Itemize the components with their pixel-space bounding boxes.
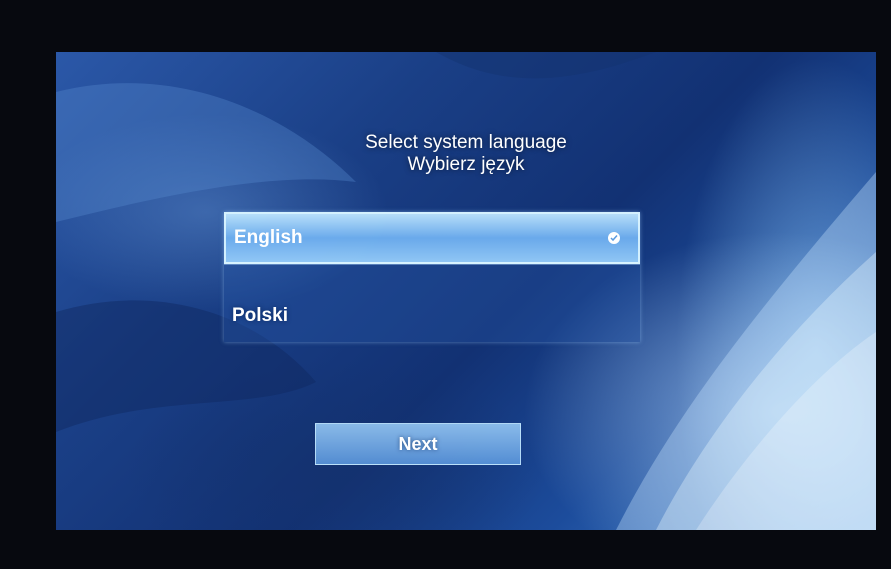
language-option-english[interactable]: English <box>224 212 640 264</box>
check-icon <box>608 232 620 244</box>
language-list: English Polski <box>224 212 640 342</box>
list-divider <box>224 264 640 265</box>
title-line-polish: Wybierz język <box>407 154 525 175</box>
title-line-english: Select system language <box>365 132 567 153</box>
page-title: Select system language Wybierz język <box>56 132 876 176</box>
language-label: Polski <box>232 305 288 326</box>
next-button[interactable]: Next <box>315 423 521 465</box>
language-label: English <box>234 227 303 248</box>
language-option-polski[interactable]: Polski <box>224 290 640 342</box>
screen: Select system language Wybierz język Eng… <box>56 52 876 530</box>
